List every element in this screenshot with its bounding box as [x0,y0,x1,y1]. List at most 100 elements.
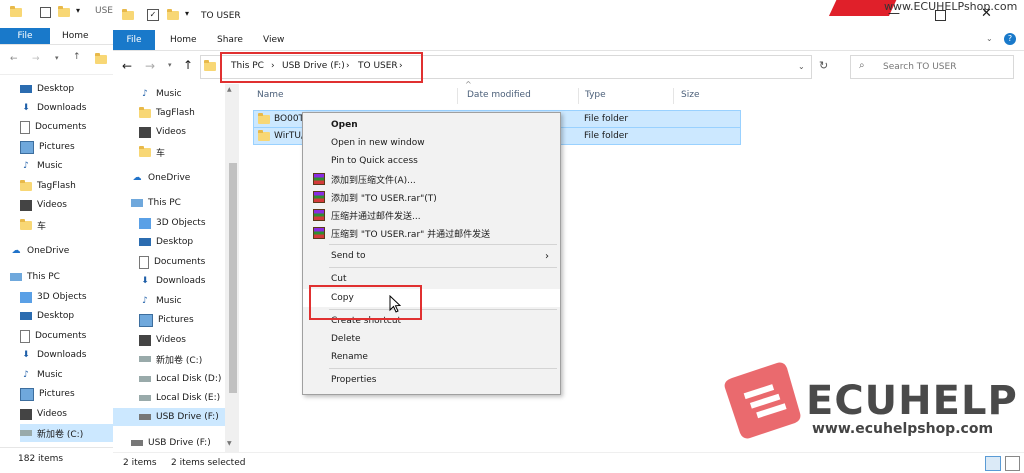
menu-item-open-new-window[interactable]: Open in new window [303,134,560,152]
nav-item-pictures[interactable]: Pictures [20,138,75,156]
nav-item-c-drive[interactable]: 新加卷 (C:) [139,350,202,368]
column-header-date[interactable]: Date modified [467,90,531,100]
nav-item-thispc[interactable]: This PC [10,268,60,286]
nav-label: Videos [37,200,67,210]
tab-home[interactable]: Home [170,30,197,50]
nav-item-desktop2[interactable]: Desktop [20,307,74,325]
nav-item-che[interactable]: 车 [139,143,165,161]
column-header-type[interactable]: Type [585,90,606,100]
nav-item-3d[interactable]: 3D Objects [20,288,87,306]
large-icons-view-icon[interactable] [1005,456,1020,471]
nav-item-d-drive[interactable]: Local Disk (D:) [139,370,221,388]
nav-item-onedrive[interactable]: ☁ OneDrive [131,169,191,187]
tab-view[interactable]: View [263,30,284,50]
nav-item-3d[interactable]: 3D Objects [139,214,206,232]
address-dropdown-icon[interactable]: ⌄ [798,62,805,71]
menu-item-open[interactable]: Open [303,116,560,134]
nav-item-desktop[interactable]: Desktop [139,233,193,251]
new-folder-icon[interactable] [58,6,70,20]
nav-label: This PC [148,198,181,208]
ribbon-expand-icon[interactable]: ⌄ [986,34,993,43]
up-arrow-icon[interactable]: ↑ [73,52,81,62]
nav-item-music2[interactable]: ♪ Music [20,366,62,384]
details-view-icon[interactable] [985,456,1001,471]
scroll-up-icon[interactable]: ▲ [227,86,232,93]
scroll-down-icon[interactable]: ▼ [227,440,232,447]
recent-dropdown-icon[interactable]: ▾ [168,61,172,69]
nav-item-documents2[interactable]: Documents [20,327,86,345]
nav-scrollbar-thumb[interactable] [229,163,237,393]
back-tab-file[interactable]: File [0,28,50,44]
nav-item-documents[interactable]: Documents [20,118,86,136]
nav-item-documents[interactable]: Documents [139,253,205,271]
refresh-icon[interactable]: ↻ [819,59,828,72]
nav-item-usb-root[interactable]: USB Drive (F:) [131,434,211,452]
nav-item-tagflash[interactable]: TagFlash [20,177,76,195]
nav-item-thispc[interactable]: This PC [131,194,181,212]
menu-item-properties[interactable]: Properties [303,371,560,389]
nav-item-onedrive[interactable]: ☁ OneDrive [10,242,70,260]
pictures-icon [20,387,34,401]
back-tab-home[interactable]: Home [62,31,89,41]
nav-item-videos2[interactable]: Videos [139,331,186,349]
recent-dropdown-icon[interactable]: ▾ [55,54,59,62]
properties-icon[interactable] [40,7,51,18]
video-icon [139,126,151,138]
menu-item-compress-rar-email[interactable]: 压缩到 "TO USER.rar" 并通过邮件发送 [303,224,560,242]
menu-item-pin-quick-access[interactable]: Pin to Quick access [303,152,560,170]
folder-icon [20,179,32,192]
menu-item-rename[interactable]: Rename [303,348,560,366]
drive-icon [139,376,151,382]
nav-item-c-drive[interactable]: 新加卷 (C:) [20,424,113,442]
up-arrow-icon[interactable]: ↑ [183,58,193,72]
menu-item-send-to[interactable]: Send to › [303,247,560,265]
desktop-icon [20,85,32,93]
new-folder-icon[interactable] [167,9,179,23]
menu-separator [329,244,557,245]
nav-item-pictures[interactable]: Pictures [139,311,194,329]
search-icon: ⌕ [859,60,865,71]
column-divider[interactable] [578,88,579,104]
nav-item-e-drive[interactable]: Local Disk (E:) [139,389,220,407]
back-item-count: 182 items [18,454,64,464]
properties-icon[interactable]: ✓ [147,9,159,21]
tab-share[interactable]: Share [217,30,243,50]
nav-item-videos[interactable]: Videos [20,196,67,214]
nav-item-videos2[interactable]: Videos [20,405,67,423]
nav-item-music2[interactable]: ♪ Music [139,292,181,310]
forward-arrow-icon[interactable]: → [32,54,40,64]
nav-item-downloads2[interactable]: ⬇ Downloads [20,346,86,364]
video-icon [20,408,32,420]
nav-item-pictures2[interactable]: Pictures [20,385,75,403]
menu-item-compress-email[interactable]: 压缩并通过邮件发送... [303,206,560,224]
menu-item-add-archive[interactable]: 添加到压缩文件(A)... [303,170,560,188]
column-header-size[interactable]: Size [681,90,699,100]
tab-file[interactable]: File [113,30,155,50]
forward-arrow-icon[interactable]: → [145,59,155,73]
qat-dropdown-icon[interactable]: ▾ [185,9,189,18]
nav-item-music[interactable]: ♪ Music [20,157,62,175]
nav-item-downloads[interactable]: ⬇ Downloads [139,272,205,290]
menu-item-delete[interactable]: Delete [303,330,560,348]
nav-item-f-drive[interactable]: USB Drive (F:) [113,408,225,426]
cube-icon [139,217,151,229]
back-arrow-icon[interactable]: ← [10,54,18,64]
column-divider[interactable] [673,88,674,104]
menu-label: 压缩到 "TO USER.rar" 并通过邮件发送 [331,229,491,240]
menu-item-add-to-rar[interactable]: 添加到 "TO USER.rar"(T) [303,188,560,206]
nav-item-tagflash[interactable]: TagFlash [139,104,195,122]
help-icon[interactable]: ? [1004,33,1016,45]
context-menu: Open Open in new window Pin to Quick acc… [302,112,561,395]
menu-label: Properties [331,375,377,385]
qat-dropdown-icon[interactable]: ▾ [76,6,80,15]
nav-item-desktop[interactable]: Desktop [20,80,74,98]
nav-item-music[interactable]: ♪ Music [139,85,181,103]
search-input[interactable]: ⌕ Search TO USER [850,55,1014,79]
nav-item-videos[interactable]: Videos [139,123,186,141]
back-arrow-icon[interactable]: ← [122,59,132,73]
column-divider[interactable] [457,88,458,104]
breadcrumb-highlight [220,52,423,83]
nav-item-che[interactable]: 车 [20,216,46,234]
column-header-name[interactable]: Name [257,90,284,100]
nav-item-downloads[interactable]: ⬇ Downloads [20,99,86,117]
